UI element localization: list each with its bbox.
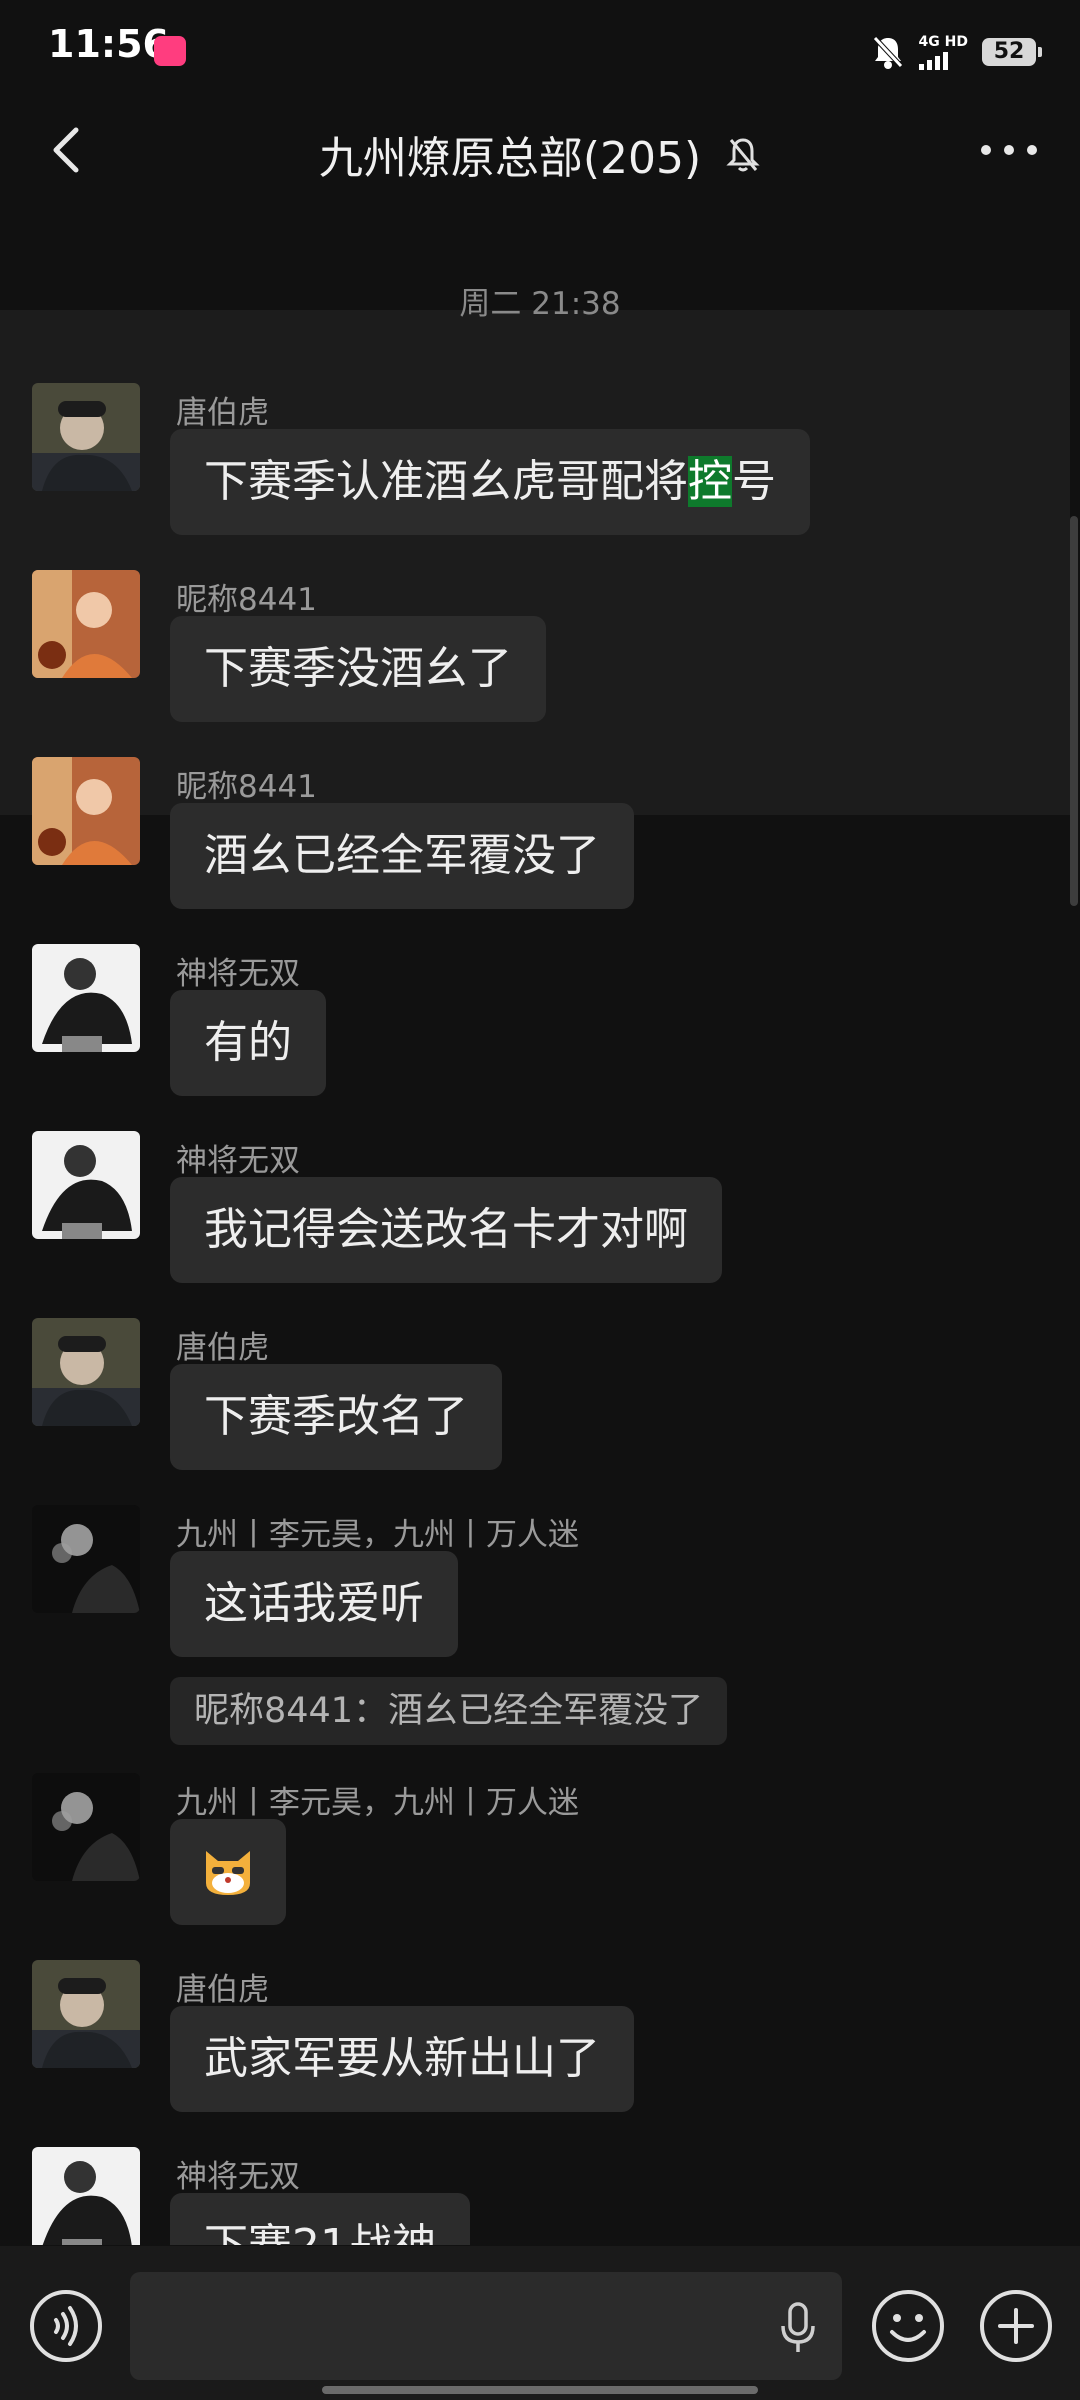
- sender-name: 神将无双: [176, 1143, 300, 1179]
- search-highlight: 控: [688, 456, 732, 507]
- nick-avatar-icon: [32, 757, 140, 865]
- message-bubble[interactable]: 这话我爱听: [170, 1551, 458, 1657]
- message-text: 下赛季认准酒幺虎哥配将: [204, 456, 688, 507]
- smoke-avatar-icon: [32, 1505, 140, 1613]
- avatar[interactable]: [32, 1773, 140, 1881]
- message-composer: [0, 2246, 1080, 2400]
- sender-name: 九州丨李元昊，九州丨万人迷: [176, 1785, 579, 1821]
- avatar[interactable]: [32, 1960, 140, 2068]
- plus-icon[interactable]: [978, 2288, 1054, 2364]
- chat-title[interactable]: 九州燎原总部(205): [319, 122, 701, 186]
- quoted-reply[interactable]: 昵称8441：酒幺已经全军覆没了: [170, 1677, 728, 1745]
- message-bubble[interactable]: 我记得会送改名卡才对啊: [170, 1177, 722, 1283]
- voice-icon[interactable]: [28, 2288, 104, 2364]
- status-icons: 4G HD 52: [871, 30, 1042, 74]
- home-indicator[interactable]: [322, 2386, 758, 2394]
- chat-header: 九州燎原总部(205): [0, 100, 1080, 200]
- avatar[interactable]: [32, 757, 140, 865]
- message-bubble[interactable]: 武家军要从新出山了: [170, 2006, 634, 2112]
- message-bubble[interactable]: [170, 1819, 286, 1925]
- sender-name: 九州丨李元昊，九州丨万人迷: [176, 1517, 579, 1553]
- sender-name: 昵称8441: [176, 769, 317, 805]
- message-bubble[interactable]: 有的: [170, 990, 326, 1096]
- cat-emoji-icon: [206, 1851, 250, 1895]
- emoji-icon[interactable]: [870, 2288, 946, 2364]
- avatar[interactable]: [32, 570, 140, 678]
- shen-avatar-icon: [32, 944, 140, 1052]
- chat-message-list[interactable]: 周二 21:38 唐伯虎 下赛季认准酒幺虎哥配将控号 昵称8441 下赛季没酒幺…: [0, 260, 1080, 2245]
- sender-name: 唐伯虎: [176, 1330, 269, 1366]
- avatar[interactable]: [32, 1318, 140, 1426]
- message-bubble[interactable]: 下赛季没酒幺了: [170, 616, 546, 722]
- signal-icon: [918, 50, 948, 70]
- avatar[interactable]: [32, 1505, 140, 1613]
- mute-notification-icon: [872, 36, 903, 69]
- sender-name: 唐伯虎: [176, 395, 269, 431]
- mic-icon[interactable]: [778, 2302, 818, 2354]
- network-indicator: 4G HD: [918, 34, 968, 70]
- chat-timestamp: 周二 21:38: [459, 286, 621, 322]
- sender-name: 唐伯虎: [176, 1972, 269, 2008]
- avatar[interactable]: [32, 383, 140, 491]
- shen-avatar-icon: [32, 2147, 140, 2245]
- message-bubble[interactable]: 下赛21战神: [170, 2193, 470, 2245]
- message-text-tail: 号: [732, 456, 776, 507]
- tang-avatar-icon: [32, 1318, 140, 1426]
- nick-avatar-icon: [32, 570, 140, 678]
- status-bar: 11:56 4G HD 52: [0, 0, 1080, 100]
- mute-bell-icon: [726, 138, 760, 172]
- scrollbar[interactable]: [1070, 516, 1078, 906]
- status-time: 11:56: [48, 22, 169, 66]
- network-label: 4G HD: [918, 34, 968, 50]
- battery-icon: 52: [982, 38, 1042, 66]
- smoke-avatar-icon: [32, 1773, 140, 1881]
- tang-avatar-icon: [32, 383, 140, 491]
- message-bubble[interactable]: 下赛季改名了: [170, 1364, 502, 1470]
- app-notification-icon: [154, 36, 186, 66]
- message-bubble[interactable]: 下赛季认准酒幺虎哥配将控号: [170, 429, 810, 535]
- highlighted-message-background: [0, 310, 1070, 815]
- sender-name: 神将无双: [176, 956, 300, 992]
- message-input[interactable]: [130, 2272, 842, 2380]
- more-icon[interactable]: [974, 128, 1044, 172]
- shen-avatar-icon: [32, 1131, 140, 1239]
- sender-name: 神将无双: [176, 2159, 300, 2195]
- avatar[interactable]: [32, 1131, 140, 1239]
- message-bubble[interactable]: 酒幺已经全军覆没了: [170, 803, 634, 909]
- chat-title-area: 九州燎原总部(205): [0, 122, 1080, 186]
- sender-name: 昵称8441: [176, 582, 317, 618]
- avatar[interactable]: [32, 2147, 140, 2245]
- tang-avatar-icon: [32, 1960, 140, 2068]
- avatar[interactable]: [32, 944, 140, 1052]
